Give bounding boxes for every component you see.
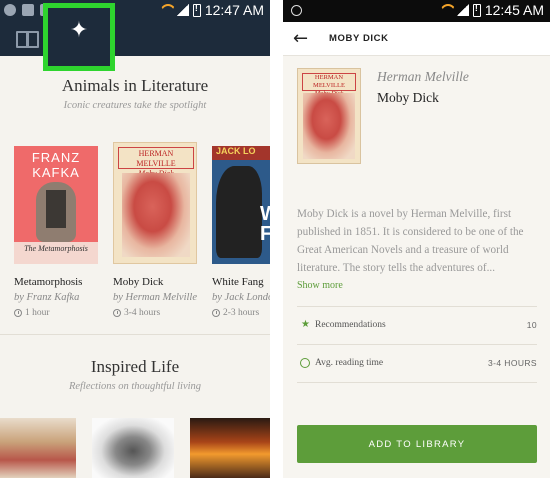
stat-value: 3-4 HOURS bbox=[488, 358, 537, 368]
status-indicators: 12:45 AM bbox=[439, 2, 544, 18]
by-label: by bbox=[212, 292, 222, 303]
divider bbox=[297, 306, 537, 307]
book-title: Moby Dick bbox=[377, 90, 439, 105]
book-description: Moby Dick is a novel by Herman Melville,… bbox=[297, 208, 524, 274]
book-cover[interactable]: JACK LO WH FA bbox=[212, 146, 270, 264]
book-cover-thumbnail[interactable] bbox=[0, 418, 76, 478]
book-author: Herman Melville bbox=[377, 69, 469, 84]
book-reading-time: 3-4 hours bbox=[113, 308, 160, 318]
clock-icon bbox=[113, 309, 121, 317]
book-cover[interactable]: FRANZ KAFKA The Metamorphosis bbox=[14, 146, 98, 264]
book-reading-time: 2-3 hours bbox=[212, 308, 259, 318]
book-author: by Herman Melville bbox=[113, 292, 197, 303]
status-time: 12:45 AM bbox=[484, 2, 544, 18]
divider bbox=[297, 344, 537, 345]
cover-wolf bbox=[216, 166, 262, 258]
author-name: Jack London bbox=[224, 292, 270, 303]
book-title: White Fang bbox=[212, 276, 264, 288]
book-cover-thumbnail[interactable] bbox=[190, 418, 270, 478]
book-title: Metamorphosis bbox=[14, 276, 83, 288]
stat-label: Avg. reading time bbox=[315, 358, 384, 368]
reading-time-value: 2-3 hours bbox=[223, 308, 260, 318]
detail-header: ← MOBY DICK bbox=[283, 22, 550, 56]
section-subtitle: Iconic creatures take the spotlight bbox=[63, 100, 207, 111]
book-cover: HERMAN MELVILLE Moby Dick bbox=[297, 68, 361, 164]
author-name: Franz Kafka bbox=[26, 292, 80, 303]
cover-illustration bbox=[122, 173, 190, 257]
book-cover-thumbnail[interactable] bbox=[92, 418, 174, 478]
section-divider bbox=[0, 334, 270, 335]
book-author: by Franz Kafka bbox=[14, 292, 79, 303]
signal-icon bbox=[176, 4, 189, 16]
cover-header: HERMAN MELVILLE Moby Dick bbox=[118, 147, 194, 178]
stat-recommendations: ★ Recommendations 10 bbox=[297, 318, 537, 336]
add-to-library-button[interactable]: ADD TO LIBRARY bbox=[297, 425, 537, 463]
reading-time-value: 3-4 hours bbox=[124, 308, 161, 318]
by-label: by bbox=[113, 292, 123, 303]
header-title: MOBY DICK bbox=[329, 33, 389, 44]
messenger-icon bbox=[4, 4, 16, 16]
compass-icon: ✦ bbox=[69, 17, 89, 42]
gallery-icon bbox=[22, 4, 34, 16]
explore-tab-highlighted[interactable]: ✦ bbox=[43, 3, 115, 71]
explore-screen: 12:47 AM ✦ Animals in Literature Iconic … bbox=[0, 0, 270, 478]
stat-reading-time: Avg. reading time 3-4 HOURS bbox=[297, 356, 537, 374]
cover-author-text: HERMAN MELVILLE bbox=[136, 149, 176, 168]
section-title: Animals in Literature bbox=[61, 76, 209, 95]
battery-icon bbox=[192, 3, 201, 17]
cover-author-text: HERMAN MELVILLE bbox=[313, 74, 345, 89]
by-label: by bbox=[14, 292, 24, 303]
back-arrow-icon[interactable]: ← bbox=[293, 30, 308, 48]
clock-icon bbox=[300, 358, 310, 368]
status-bar: 12:47 AM bbox=[0, 0, 270, 22]
cover-author-text: FRANZ KAFKA bbox=[31, 150, 81, 180]
stat-value: 10 bbox=[526, 320, 537, 330]
book-detail-screen: 12:45 AM ← MOBY DICK HERMAN MELVILLE Mob… bbox=[283, 0, 550, 478]
show-more-link[interactable]: Show more bbox=[297, 280, 343, 291]
cover-header: HERMAN MELVILLE Moby Dick bbox=[302, 73, 356, 97]
wifi-icon bbox=[439, 4, 453, 16]
status-bar: 12:45 AM bbox=[283, 0, 550, 22]
whatsapp-icon bbox=[291, 5, 302, 16]
book-cover[interactable]: HERMAN MELVILLE Moby Dick bbox=[113, 142, 197, 264]
clock-icon bbox=[212, 309, 220, 317]
battery-icon bbox=[472, 3, 481, 17]
book-title: Moby Dick bbox=[113, 276, 164, 288]
status-indicators: 12:47 AM bbox=[159, 2, 264, 18]
divider bbox=[297, 382, 537, 383]
stat-label: Recommendations bbox=[315, 320, 386, 330]
section-title: Inspired Life bbox=[90, 357, 180, 376]
cover-door bbox=[46, 190, 66, 228]
book-author: by Jack London bbox=[212, 292, 270, 303]
cover-author-text: JACK LO bbox=[212, 146, 270, 160]
cover-illustration bbox=[303, 93, 355, 159]
author-name: Herman Melville bbox=[125, 292, 197, 303]
top-nav bbox=[0, 22, 270, 56]
cover-title-text: The Metamorphosis bbox=[14, 242, 98, 264]
reading-time-value: 1 hour bbox=[25, 308, 50, 318]
wifi-icon bbox=[159, 4, 173, 16]
clock-icon bbox=[14, 309, 22, 317]
library-icon[interactable] bbox=[16, 31, 39, 48]
section-subtitle: Reflections on thoughtful living bbox=[68, 381, 202, 392]
status-time: 12:47 AM bbox=[204, 2, 264, 18]
signal-icon bbox=[456, 4, 469, 16]
book-reading-time: 1 hour bbox=[14, 308, 50, 318]
cover-title-text: WH FA bbox=[260, 203, 270, 245]
star-icon: ★ bbox=[301, 319, 310, 330]
